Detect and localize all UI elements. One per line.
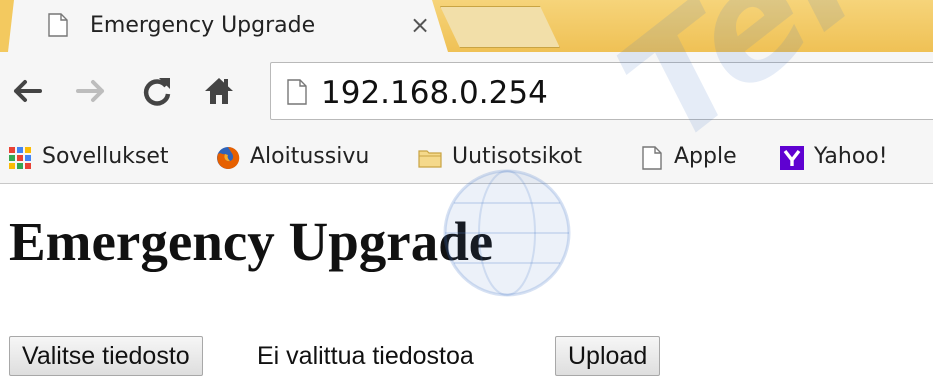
- apps-grid-icon: [9, 147, 31, 169]
- tab-strip: Emergency Upgrade ×: [0, 0, 933, 52]
- page-info-icon[interactable]: [287, 79, 307, 105]
- address-url[interactable]: 192.168.0.254: [321, 75, 548, 111]
- bookmark-label: Sovellukset: [42, 144, 169, 169]
- forward-arrow-icon[interactable]: [74, 74, 108, 108]
- address-bar[interactable]: 192.168.0.254: [270, 62, 933, 120]
- document-icon: [48, 13, 68, 37]
- folder-icon: [418, 150, 442, 168]
- close-tab-icon[interactable]: ×: [410, 12, 430, 38]
- back-arrow-icon[interactable]: [10, 74, 44, 108]
- browser-toolbar: 192.168.0.254: [0, 52, 933, 132]
- bookmark-label: Aloitussivu: [250, 144, 370, 169]
- yahoo-icon: [780, 146, 804, 170]
- bookmark-label: Yahoo!: [814, 144, 888, 169]
- reload-icon[interactable]: [140, 74, 174, 108]
- bookmark-label: Apple: [674, 144, 737, 169]
- page-title: Emergency Upgrade: [9, 211, 494, 272]
- document-icon: [642, 146, 662, 170]
- choose-file-button[interactable]: Valitse tiedosto: [9, 336, 203, 376]
- new-tab-button[interactable]: [440, 6, 560, 48]
- tab-title: Emergency Upgrade: [90, 13, 316, 38]
- tab-emergency-upgrade[interactable]: Emergency Upgrade ×: [8, 0, 448, 52]
- bookmark-label: Uutisotsikot: [452, 144, 582, 169]
- upload-button[interactable]: Upload: [555, 336, 661, 376]
- file-status-text: Ei valittua tiedostoa: [257, 342, 474, 370]
- home-icon[interactable]: [202, 74, 236, 108]
- bookmarks-bar: Sovellukset Aloitussivu Uutisotsikot App…: [0, 132, 933, 184]
- firefox-icon: [217, 146, 240, 169]
